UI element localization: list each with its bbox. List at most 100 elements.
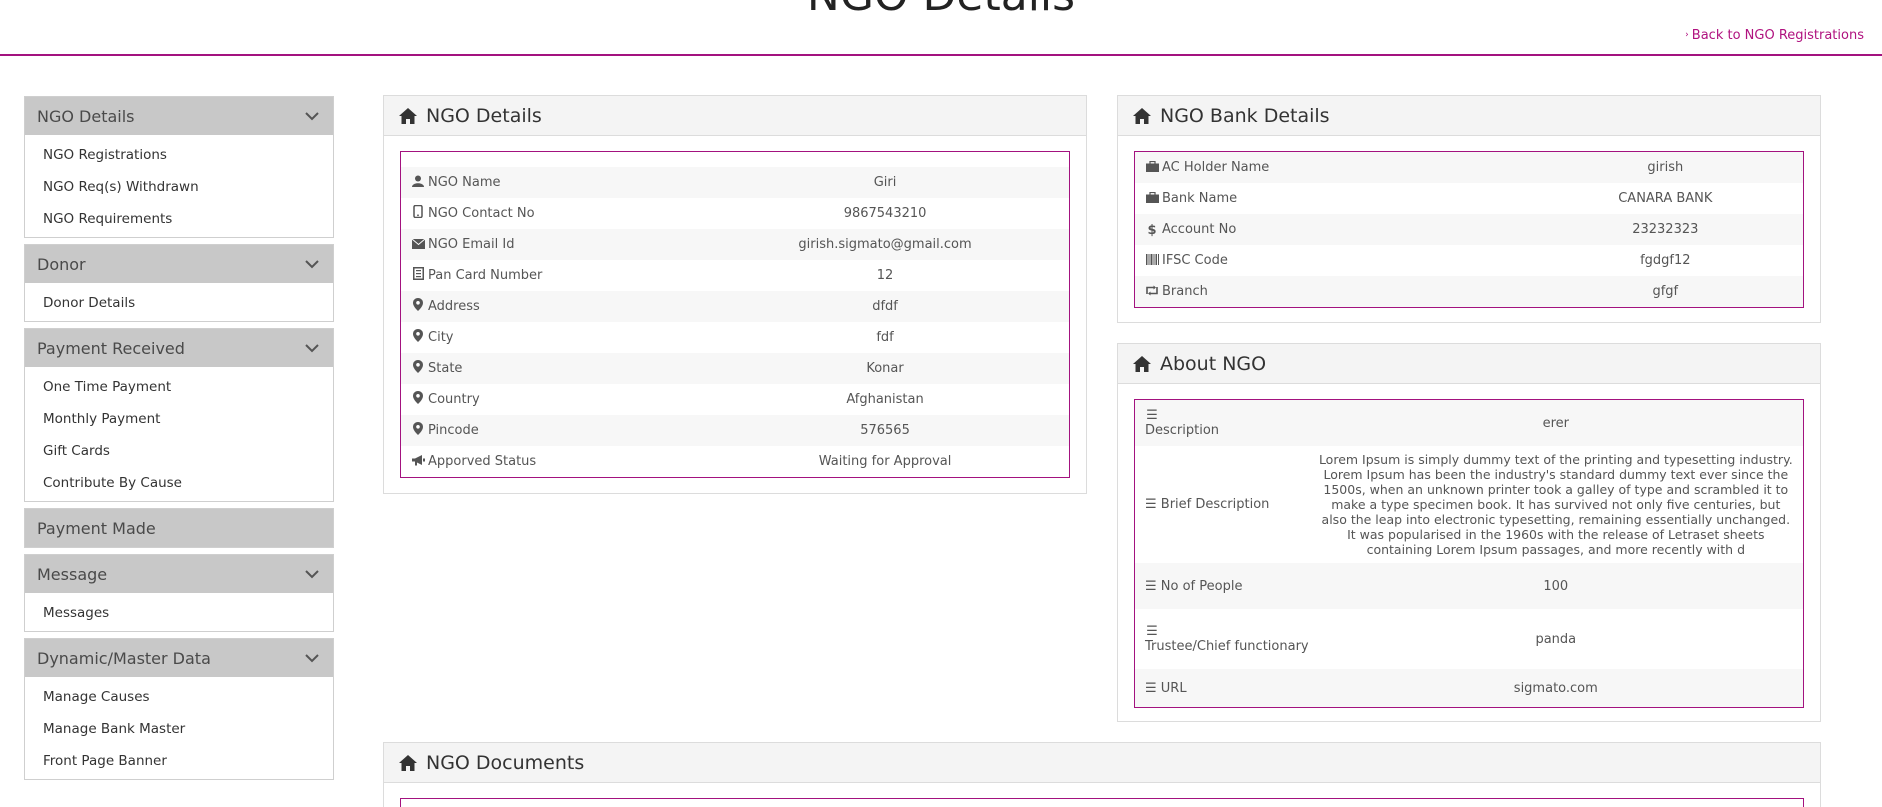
field-value: Konar <box>701 353 1069 384</box>
chevron-down-icon <box>305 260 319 269</box>
sidebar-group-message: Message Messages <box>24 554 334 632</box>
panel-title: About NGO <box>1160 352 1267 375</box>
sidebar-item-ngo-requirements[interactable]: NGO Requirements <box>25 203 333 235</box>
field-value: Waiting for Approval <box>818 454 952 469</box>
back-to-registrations-link[interactable]: › Back to NGO Registrations <box>1685 28 1864 43</box>
map-marker-icon <box>411 360 425 377</box>
sidebar-group-header[interactable]: Message <box>25 555 333 593</box>
field-value: 100 <box>1308 563 1803 609</box>
barcode-icon <box>1145 253 1159 269</box>
panel-title: NGO Details <box>426 104 542 127</box>
briefcase-icon <box>1145 191 1159 207</box>
back-link-label: Back to NGO Registrations <box>1691 28 1864 43</box>
field-label: State <box>428 361 463 376</box>
sidebar-group-header[interactable]: Dynamic/Master Data <box>25 639 333 677</box>
table-row: ☰ Description erer <box>1135 400 1803 446</box>
dollar-icon: $ <box>1147 222 1157 238</box>
field-label: Pincode <box>428 423 479 438</box>
field-value: 23232323 <box>1527 214 1803 245</box>
table-row: ☰ Trustee/Chief functionary panda <box>1135 609 1803 669</box>
sidebar-group-donor: Donor Donor Details <box>24 244 334 322</box>
panel-header: NGO Bank Details <box>1118 96 1820 136</box>
field-label: Trustee/Chief functionary <box>1145 638 1309 654</box>
field-value: Lorem Ipsum is simply dummy text of the … <box>1318 452 1793 557</box>
table-row: Pincode 576565 <box>401 415 1069 446</box>
list-icon: ☰ <box>1145 578 1161 594</box>
bank-details-panel: NGO Bank Details AC Holder Name girish Ba… <box>1117 95 1821 323</box>
sidebar-item-one-time-payment[interactable]: One Time Payment <box>25 371 333 403</box>
sidebar-item-ngo-registrations[interactable]: NGO Registrations <box>25 139 333 171</box>
field-value: Afghanistan <box>846 392 924 407</box>
field-label: AC Holder Name <box>1162 159 1270 175</box>
map-marker-icon <box>411 422 425 439</box>
field-value: gfgf <box>1527 276 1803 307</box>
home-icon <box>399 107 417 124</box>
sidebar-group-header[interactable]: Donor <box>25 245 333 283</box>
sidebar-item-monthly-payment[interactable]: Monthly Payment <box>25 403 333 435</box>
sidebar-group-master-data: Dynamic/Master Data Manage Causes Manage… <box>24 638 334 780</box>
ngo-documents-panel: NGO Documents <box>383 742 1821 807</box>
field-value: girish.sigmato@gmail.com <box>701 229 1069 260</box>
panel-title: NGO Bank Details <box>1160 104 1330 127</box>
table-row: Apporved Status Waiting for Approval <box>401 446 1069 477</box>
briefcase-icon <box>1145 160 1159 176</box>
sidebar-group-payment-received: Payment Received One Time Payment Monthl… <box>24 328 334 502</box>
sidebar-group-title: Payment Received <box>37 338 185 358</box>
ngo-documents-box <box>400 798 1804 807</box>
sidebar-item-messages[interactable]: Messages <box>25 597 333 629</box>
table-row: AC Holder Name girish <box>1135 152 1803 183</box>
field-value: erer <box>1308 400 1803 446</box>
field-value: 12 <box>876 268 894 283</box>
bullhorn-icon <box>411 454 425 470</box>
list-icon: ☰ <box>1146 407 1158 423</box>
field-value: Giri <box>701 167 1069 198</box>
sidebar-item-gift-cards[interactable]: Gift Cards <box>25 435 333 467</box>
sidebar-item-manage-bank-master[interactable]: Manage Bank Master <box>25 713 333 745</box>
sidebar-item-front-page-banner[interactable]: Front Page Banner <box>25 745 333 777</box>
table-row: ☰ Brief Description Lorem Ipsum is simply… <box>1135 446 1803 563</box>
field-value: girish <box>1527 152 1803 183</box>
envelope-icon <box>411 238 425 253</box>
sidebar-group-title: Donor <box>37 254 86 274</box>
field-label: Bank Name <box>1162 190 1238 206</box>
table-row: Branch gfgf <box>1135 276 1803 307</box>
field-label: Brief Description <box>1160 497 1270 512</box>
sidebar-group-header[interactable]: Payment Received <box>25 329 333 367</box>
map-marker-icon <box>411 329 425 346</box>
chevron-down-icon <box>305 112 319 121</box>
sidebar-group-payment-made: Payment Made <box>24 508 334 548</box>
sidebar-group-header[interactable]: NGO Details <box>25 97 333 135</box>
sidebar-item-manage-causes[interactable]: Manage Causes <box>25 681 333 713</box>
table-row: $ Account No 23232323 <box>1135 214 1803 245</box>
sidebar-group-title: Payment Made <box>37 518 156 538</box>
field-label: Account No <box>1162 221 1237 237</box>
field-label: Description <box>1145 422 1220 438</box>
field-value: fgdgf12 <box>1640 253 1691 268</box>
field-label: NGO Email Id <box>428 236 515 252</box>
field-label: Country <box>428 392 480 407</box>
sidebar-group-header[interactable]: Payment Made <box>25 509 333 547</box>
sidebar-item-ngo-withdrawn[interactable]: NGO Req(s) Withdrawn <box>25 171 333 203</box>
about-ngo-box: ☰ Description erer ☰ Brief Description Lore… <box>1134 399 1804 708</box>
list-icon: ☰ <box>1145 497 1161 512</box>
list-icon: ☰ <box>1145 680 1161 696</box>
home-icon <box>1133 355 1151 372</box>
panel-title: NGO Documents <box>426 751 585 774</box>
table-row: State Konar <box>401 353 1069 384</box>
panel-header: About NGO <box>1118 344 1820 384</box>
sidebar-item-contribute-by-cause[interactable]: Contribute By Cause <box>25 467 333 499</box>
map-marker-icon <box>411 391 425 408</box>
field-label: No of People <box>1160 578 1243 594</box>
list-icon: ☰ <box>1146 623 1158 639</box>
table-row: NGO Name Giri <box>401 167 1069 198</box>
panel-header: NGO Details <box>384 96 1086 136</box>
panel-header: NGO Documents <box>384 743 1820 783</box>
chevron-down-icon <box>305 344 319 353</box>
field-value: sigmato.com <box>1308 669 1803 707</box>
sidebar-item-donor-details[interactable]: Donor Details <box>25 287 333 319</box>
field-label: IFSC Code <box>1162 252 1228 268</box>
bank-details-box: AC Holder Name girish Bank Name CANARA BAN… <box>1134 151 1804 308</box>
page-title: NGO Details <box>0 0 1882 18</box>
field-value: 576565 <box>701 415 1069 446</box>
home-icon <box>1133 107 1151 124</box>
